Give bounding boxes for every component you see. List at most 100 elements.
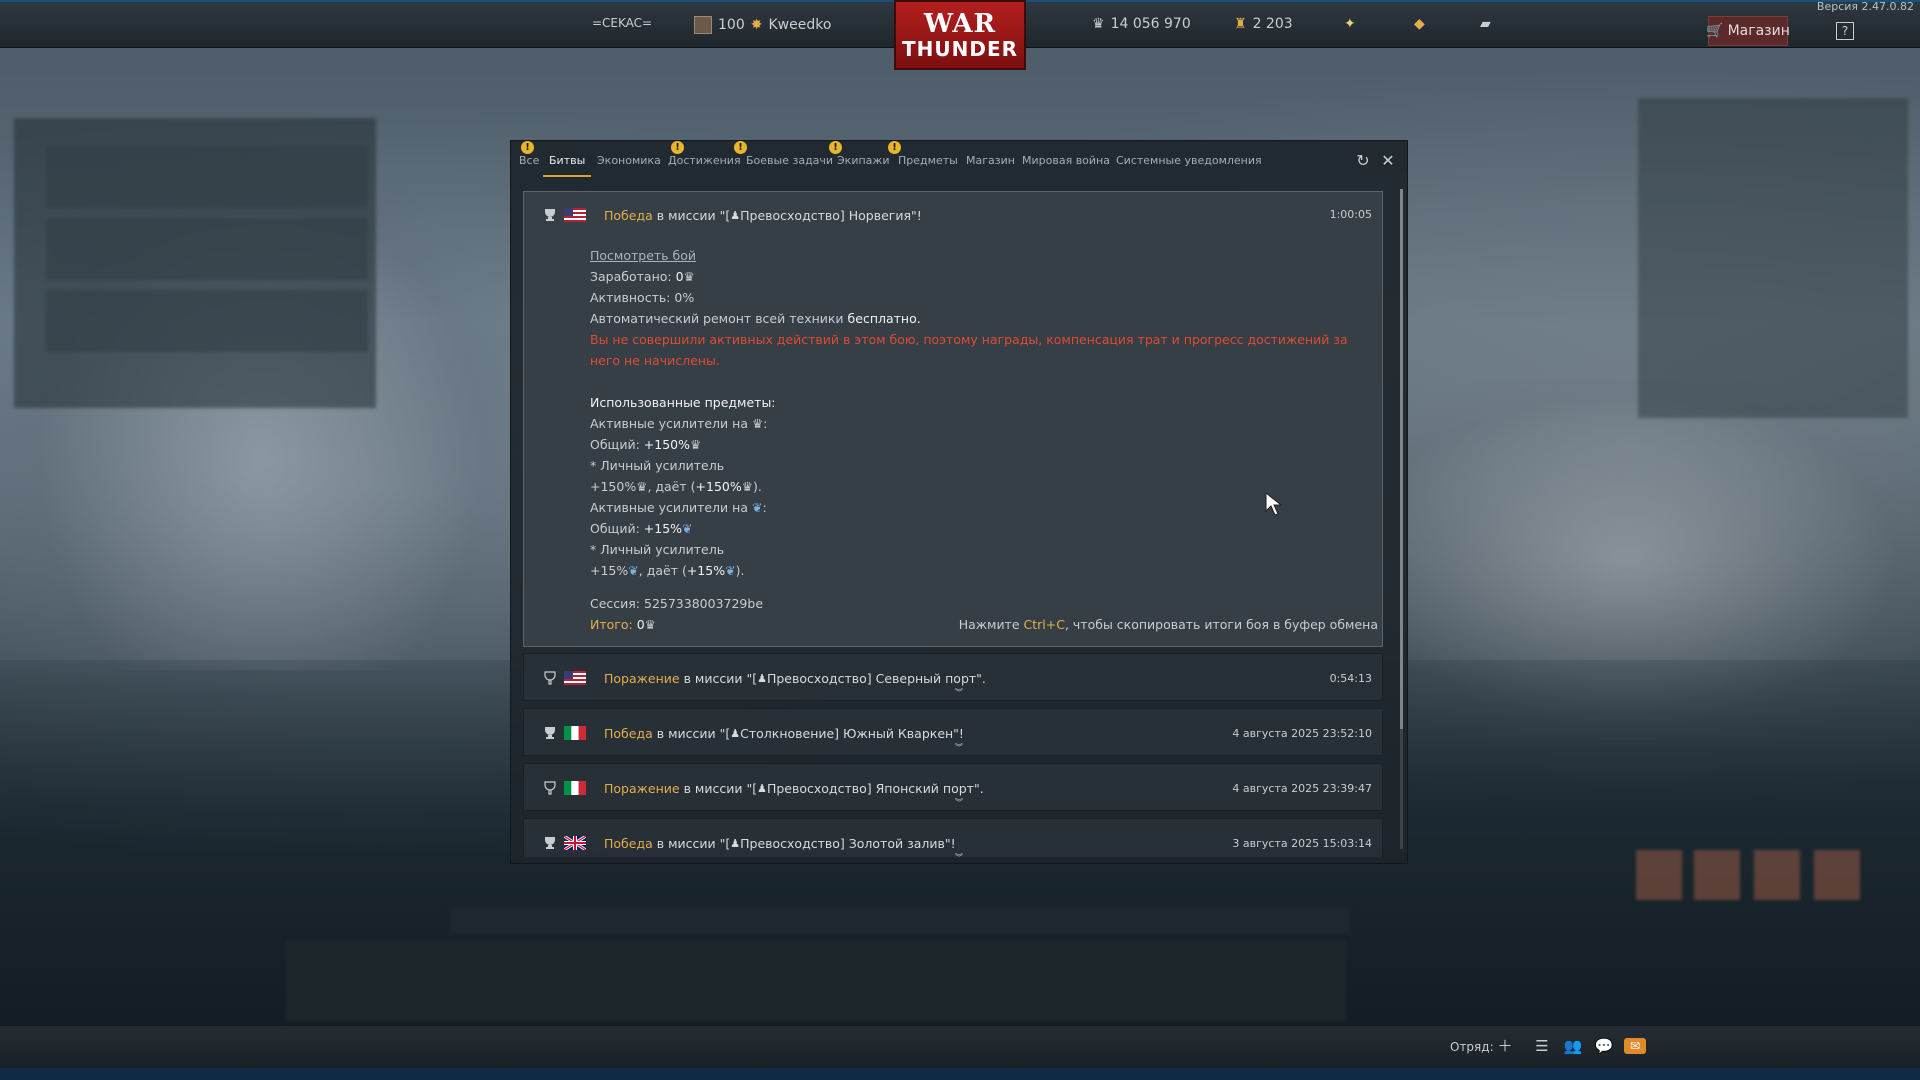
- avatar: [694, 16, 712, 34]
- italy-flag-icon: [564, 781, 586, 795]
- battle-details: Посмотреть бой Заработано: 0♛ Активность…: [590, 245, 1370, 581]
- silver-lion-icon: ♛: [683, 269, 695, 284]
- tab-world-war[interactable]: Мировая война: [1022, 154, 1110, 167]
- notification-badge: !: [671, 141, 684, 154]
- silver-lion-icon: ♛: [644, 617, 656, 632]
- tab-economy[interactable]: Экономика: [597, 154, 661, 167]
- battle-entry-header: Победа в миссии "[ ♟ Превосходство] Норв…: [542, 205, 1372, 225]
- mail-icon[interactable]: ✉: [1624, 1038, 1646, 1054]
- battle-entry[interactable]: Победа в миссии "[ ♟ Столкновение] Южный…: [523, 708, 1383, 756]
- paren: ).: [735, 563, 745, 578]
- tab-all[interactable]: ! Все: [519, 141, 539, 167]
- contacts-icon[interactable]: 👥: [1563, 1036, 1583, 1056]
- scrollbar-thumb[interactable]: [1400, 189, 1403, 729]
- logo-line-2: THUNDER: [901, 37, 1019, 61]
- battle-mission-name: Превосходство] Японский порт".: [766, 780, 984, 796]
- rp-total-value: +15%: [643, 521, 683, 536]
- view-battle-link[interactable]: Посмотреть бой: [590, 248, 696, 263]
- close-icon[interactable]: ✕: [1379, 152, 1397, 170]
- battle-time: 0:54:13: [1329, 672, 1372, 685]
- sl-total-label: Общий:: [590, 437, 644, 452]
- silver-lions-value: 14 056 970: [1110, 16, 1191, 32]
- squad-label: Отряд:: [1450, 1040, 1494, 1054]
- personal-rp-value: +15%: [590, 563, 629, 578]
- mission-type-icon: ♟: [730, 836, 741, 850]
- gives-label: , даёт (: [638, 563, 687, 578]
- battle-entry[interactable]: Поражение в миссии "[ ♟ Превосходство] Я…: [523, 763, 1383, 811]
- battle-entry[interactable]: Победа в миссии "[ ♟ Превосходство] Норв…: [523, 191, 1383, 647]
- coupons-button[interactable]: ▰: [1480, 16, 1491, 32]
- session-id: Сессия: 5257338003729be: [590, 596, 764, 611]
- tab-items-label: Предметы: [898, 154, 958, 167]
- squadron-tag[interactable]: =CEKAC=: [592, 16, 652, 30]
- silver-lions-balance[interactable]: ♛ 14 056 970: [1092, 16, 1191, 32]
- battle-result: Поражение: [604, 780, 680, 796]
- battle-mission-name: Столкновение] Южный Кваркен"!: [740, 725, 964, 741]
- hint-prefix: Нажмите: [958, 617, 1024, 632]
- usa-flag-icon: [564, 671, 586, 685]
- notification-badge: !: [521, 141, 534, 154]
- notification-badge: !: [888, 141, 901, 154]
- chevron-down-icon[interactable]: ︾: [954, 799, 964, 807]
- help-button[interactable]: ?: [1836, 22, 1854, 40]
- tab-shop[interactable]: Магазин: [966, 154, 1015, 167]
- tab-achievements[interactable]: ! Достижения: [668, 141, 741, 167]
- battle-entry-header: Поражение в миссии "[ ♟ Превосходство] С…: [542, 668, 1372, 688]
- trophy-icon: [545, 837, 555, 849]
- battle-entry[interactable]: Победа в миссии "[ ♟ Превосходство] Золо…: [523, 818, 1383, 857]
- battle-mission-prefix: в миссии "[: [683, 780, 758, 796]
- shop-button[interactable]: 🛒 Магазин: [1706, 16, 1790, 46]
- list-icon[interactable]: ☰: [1532, 1036, 1552, 1056]
- activity-text: Активность: 0%: [590, 290, 695, 305]
- battle-result: Победа: [604, 207, 653, 223]
- chat-icon[interactable]: 💬: [1594, 1036, 1614, 1056]
- tab-battles[interactable]: Битвы: [542, 154, 592, 177]
- silver-lion-icon: ♛: [1092, 16, 1105, 32]
- mouse-cursor-icon: [1265, 492, 1283, 516]
- battle-time: 1:00:05: [1329, 208, 1372, 221]
- golden-eagle-icon: ♜: [1234, 16, 1247, 32]
- event-panel: [1638, 98, 1908, 418]
- tab-items[interactable]: ! Предметы: [888, 141, 958, 167]
- warbonds-button[interactable]: ◆: [1414, 16, 1425, 32]
- personal-booster-label: * Личный усилитель: [590, 458, 725, 473]
- battle-time: 4 августа 2025 23:39:47: [1232, 782, 1372, 795]
- battle-entry[interactable]: Поражение в миссии "[ ♟ Превосходство] С…: [523, 653, 1383, 701]
- silver-lion-icon: ♛: [741, 479, 753, 494]
- squadron-tag-label: =CEKAC=: [592, 16, 653, 30]
- mission-type-icon: ♟: [757, 781, 767, 795]
- tab-crews[interactable]: ! Экипажи: [829, 141, 889, 167]
- trophy-icon: [545, 209, 555, 221]
- premium-account-button[interactable]: ✦: [1344, 16, 1356, 32]
- war-thunder-logo: WAR THUNDER: [894, 0, 1026, 70]
- mission-type-icon: ♟: [730, 208, 741, 222]
- tab-economy-label: Экономика: [597, 154, 661, 167]
- chevron-down-icon[interactable]: ︾: [954, 744, 964, 752]
- vehicle-slot-bar: [286, 940, 1346, 1022]
- reward-cards: [1636, 850, 1906, 910]
- battle-time: 4 августа 2025 23:52:10: [1232, 727, 1372, 740]
- mission-type-icon: ♟: [730, 726, 741, 740]
- battle-mission-name: Превосходство] Норвегия"!: [740, 207, 922, 223]
- battle-mission-prefix: в миссии "[: [683, 670, 758, 686]
- tab-system-notifications[interactable]: Системные уведомления: [1116, 154, 1262, 167]
- tab-battle-tasks-label: Боевые задачи: [746, 154, 834, 167]
- add-squad-member-icon[interactable]: ＋: [1495, 1036, 1515, 1056]
- research-points-icon: ❦: [725, 563, 736, 578]
- refresh-icon[interactable]: ↻: [1354, 152, 1372, 170]
- rp-boosters-label: Активные усилители на: [590, 500, 752, 515]
- tab-battle-tasks[interactable]: ! Боевые задачи: [734, 141, 834, 167]
- diamond-icon: ◆: [1414, 16, 1425, 32]
- hint-suffix: , чтобы скопировать итоги боя в буфер об…: [1064, 617, 1378, 632]
- ticket-icon: ▰: [1480, 16, 1491, 32]
- player-profile[interactable]: 100 ✸ Kweedko: [694, 16, 831, 34]
- golden-eagles-balance[interactable]: ♜ 2 203: [1234, 16, 1293, 32]
- chevron-down-icon[interactable]: ︾: [954, 854, 964, 858]
- logo-line-1: WAR: [923, 9, 997, 39]
- chevron-down-icon[interactable]: ︾: [954, 689, 964, 697]
- used-items-heading: Использованные предметы:: [590, 395, 776, 410]
- total-value: 0: [636, 617, 645, 632]
- battle-mission-prefix: в миссии "[: [656, 207, 731, 223]
- research-points-icon: ❦: [628, 563, 639, 578]
- bottom-edge: [0, 1068, 1920, 1080]
